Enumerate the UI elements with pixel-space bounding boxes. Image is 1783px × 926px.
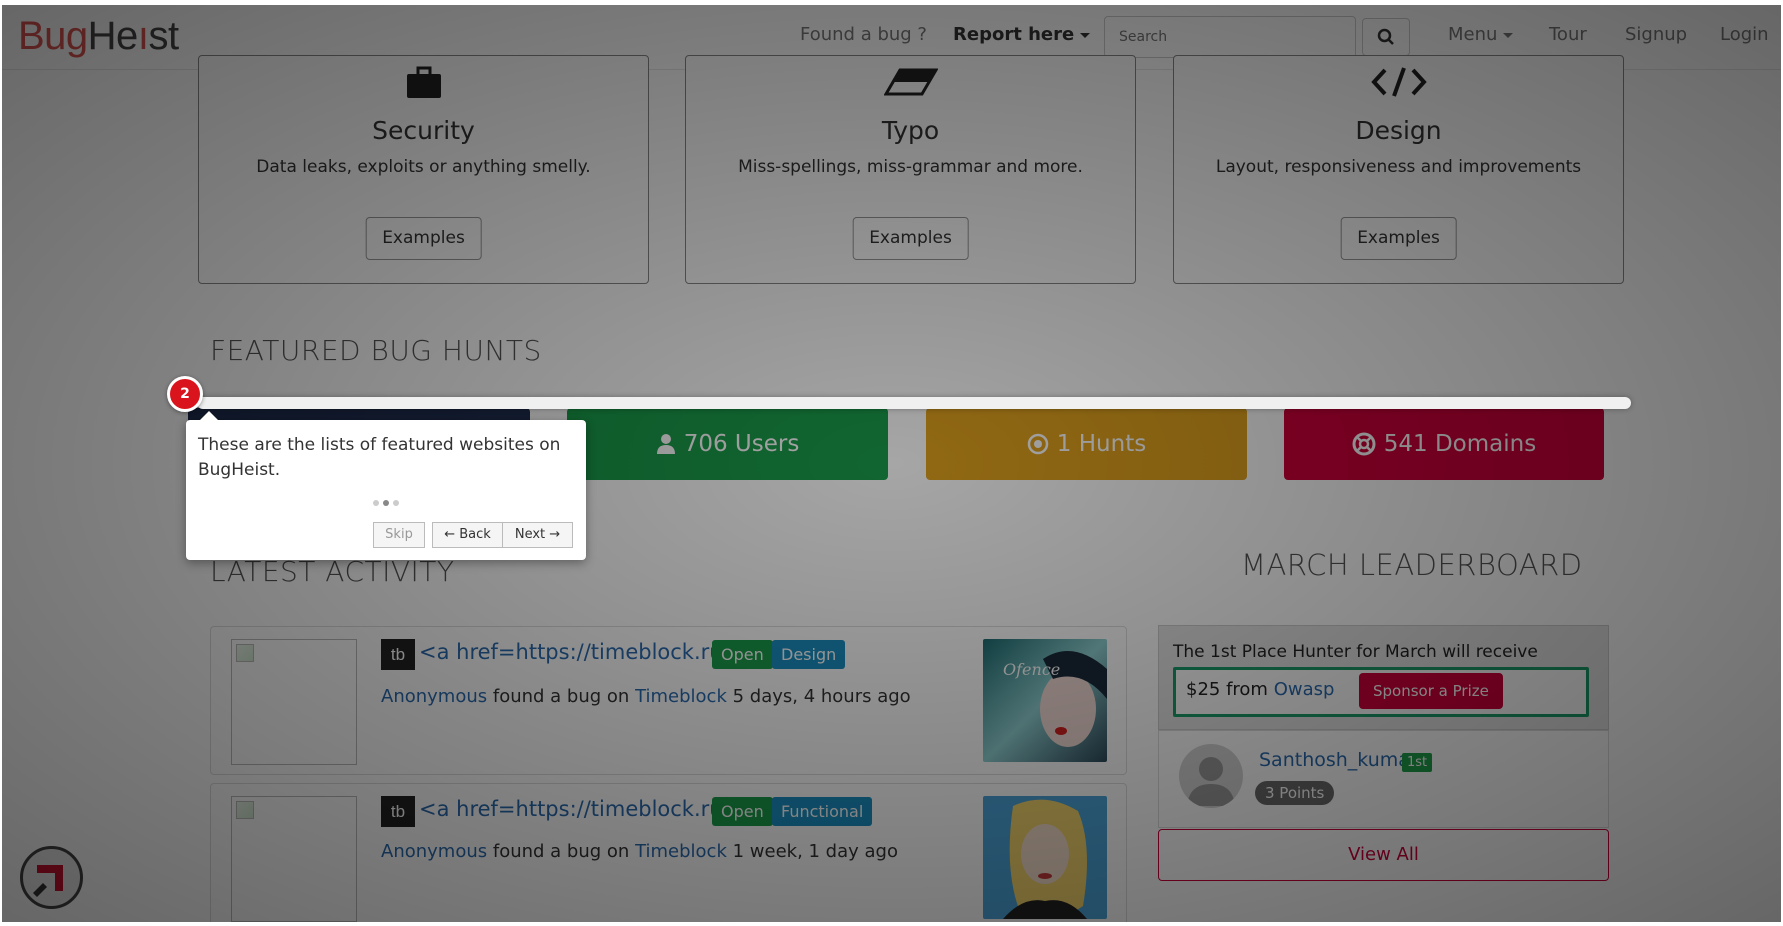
prize-title: The 1st Place Hunter for March will rece… [1173, 642, 1538, 662]
card-description: Data leaks, exploits or anything smelly. [256, 157, 591, 177]
examples-button-typo[interactable]: Examples [852, 217, 969, 260]
search-icon [1377, 28, 1394, 45]
status-badge: Open [712, 797, 773, 826]
tour-back-button[interactable]: ← Back [432, 522, 503, 548]
found-a-bug-link[interactable]: Found a bug ? [800, 24, 927, 45]
hunts-stat-tile[interactable]: 1 Hunts [926, 408, 1247, 480]
bug-title-link[interactable]: <a href=https://timeblock.ru/... [419, 797, 750, 821]
bug-title-link[interactable]: <a href=https://timeblock.ru/... [419, 640, 750, 664]
leaderboard-heading: MARCH LEADERBOARD [1241, 548, 1583, 582]
sponsor-link[interactable]: Owasp [1274, 679, 1335, 700]
signup-link[interactable]: Signup [1625, 24, 1687, 45]
user-link[interactable]: Anonymous [381, 841, 487, 862]
prize-details: $25 from Owasp Sponsor a Prize [1173, 667, 1589, 717]
tour-progress-dots [186, 500, 586, 506]
tour-dot [393, 500, 399, 506]
tour-next-button[interactable]: Next → [502, 522, 573, 548]
frame-edge [0, 0, 2, 926]
feedback-widget[interactable] [20, 846, 83, 909]
svg-text:Ofence: Ofence [1003, 660, 1060, 679]
leaderboard-entry[interactable]: Santhosh_kumar 1st 3 Points [1158, 730, 1609, 828]
users-stat-tile[interactable]: 706 Users [567, 408, 888, 480]
eraser-icon [686, 66, 1135, 98]
tour-link[interactable]: Tour [1549, 24, 1587, 45]
user-thumbnail-broken [231, 796, 357, 922]
status-badge: Open [712, 640, 773, 669]
login-link[interactable]: Login [1720, 24, 1769, 45]
avatar [1179, 744, 1243, 808]
sponsor-prize-button[interactable]: Sponsor a Prize [1359, 673, 1503, 709]
domain-link[interactable]: Timeblock [635, 686, 727, 707]
domain-link[interactable]: Timeblock [635, 841, 727, 862]
timeblock-logo: tb [381, 639, 415, 670]
menu-dropdown[interactable]: Menu [1448, 24, 1514, 45]
bug-report-icon [33, 865, 63, 897]
user-link[interactable]: Anonymous [381, 686, 487, 707]
logo-heist-text: Heıst [87, 14, 179, 58]
card-title: Security [372, 116, 475, 145]
examples-button-design[interactable]: Examples [1340, 217, 1457, 260]
card-title: Design [1355, 116, 1442, 145]
category-card-typo: Typo Miss-spellings, miss-grammar and mo… [685, 55, 1136, 284]
card-title: Typo [881, 116, 940, 145]
search-button[interactable] [1362, 18, 1410, 56]
hunts-stat-label: 1 Hunts [1056, 431, 1147, 457]
tour-dot-active [383, 500, 389, 506]
code-icon [1174, 66, 1623, 98]
activity-description: Anonymous found a bug on Timeblock 1 wee… [381, 841, 898, 862]
points-badge: 3 Points [1255, 781, 1335, 805]
examples-button-security[interactable]: Examples [365, 217, 482, 260]
domains-stat-tile[interactable]: 541 Domains [1284, 408, 1604, 480]
bug-screenshot[interactable] [983, 796, 1107, 919]
timeblock-logo: tb [381, 796, 415, 827]
category-card-security: Security Data leaks, exploits or anythin… [198, 55, 649, 284]
frame-edge [0, 922, 1783, 926]
activity-item[interactable]: tb <a href=https://timeblock.ru/... Open… [210, 626, 1127, 775]
tour-highlight-bar [197, 397, 1631, 409]
category-card-design: Design Layout, responsiveness and improv… [1173, 55, 1624, 284]
featured-heading: FEATURED BUG HUNTS [210, 334, 542, 367]
bugheist-logo[interactable]: BugHeıst [18, 14, 179, 59]
target-icon [1027, 433, 1049, 455]
search-input[interactable] [1104, 16, 1356, 58]
tour-skip-button[interactable]: Skip [373, 522, 425, 548]
tour-dot [373, 500, 379, 506]
briefcase-icon [199, 66, 648, 98]
activity-description: Anonymous found a bug on Timeblock 5 day… [381, 686, 911, 707]
view-all-button[interactable]: View All [1158, 829, 1609, 881]
activity-item[interactable]: tb <a href=https://timeblock.ru/... Open… [210, 783, 1127, 926]
frame-edge [0, 0, 1783, 5]
logo-bug-text: Bug [18, 14, 88, 58]
bug-screenshot[interactable]: Ofence [983, 639, 1107, 762]
card-description: Miss-spellings, miss-grammar and more. [738, 157, 1083, 177]
leaderboard-user-link[interactable]: Santhosh_kumar [1259, 749, 1418, 771]
label-badge: Design [772, 640, 846, 669]
tour-popover: These are the lists of featured websites… [186, 411, 586, 560]
card-description: Layout, responsiveness and improvements [1215, 157, 1582, 177]
tour-text: These are the lists of featured websites… [198, 435, 561, 480]
lifebuoy-icon [1352, 432, 1376, 456]
tour-step-marker: 2 [167, 376, 203, 412]
user-icon [656, 434, 675, 454]
report-here-dropdown[interactable]: Report here [953, 24, 1091, 45]
prize-box: The 1st Place Hunter for March will rece… [1158, 625, 1609, 730]
rank-badge: 1st [1402, 753, 1433, 772]
users-stat-label: 706 Users [683, 431, 800, 457]
label-badge: Functional [772, 797, 873, 826]
user-thumbnail-broken [231, 639, 357, 765]
prize-amount: $25 from Owasp [1186, 679, 1335, 700]
domains-stat-label: 541 Domains [1383, 431, 1537, 457]
